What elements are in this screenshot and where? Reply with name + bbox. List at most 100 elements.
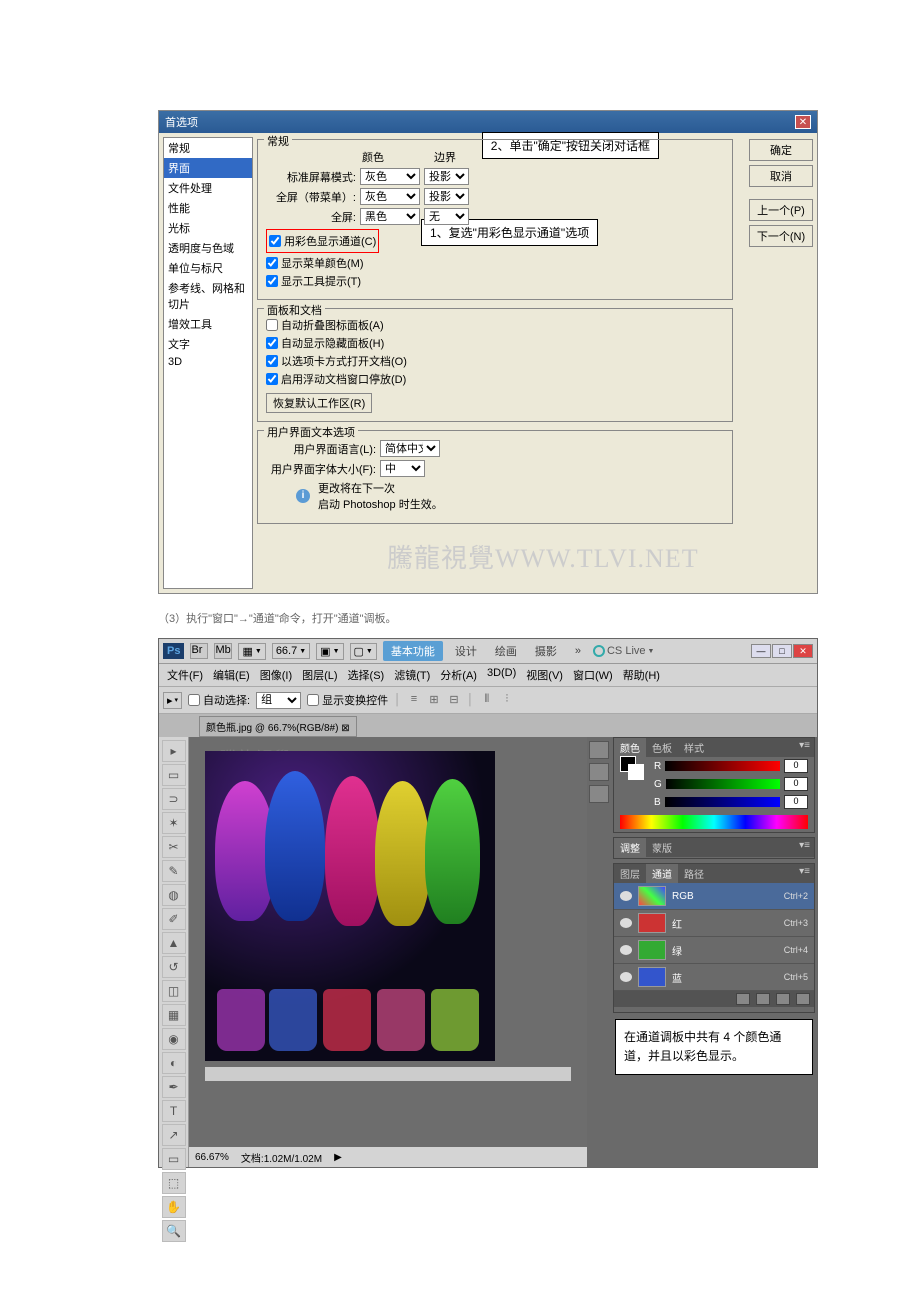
slider-value[interactable]: 0 (784, 777, 808, 791)
menu-item[interactable]: 图像(I) (256, 666, 296, 684)
new-channel-icon[interactable] (776, 993, 790, 1005)
color-slider[interactable] (665, 761, 780, 771)
status-zoom[interactable]: 66.67% (195, 1152, 229, 1163)
sidebar-item[interactable]: 光标 (164, 218, 252, 238)
tab-close-icon[interactable]: ⊠ (341, 723, 349, 734)
distribute-icon-2[interactable]: ⫶ (500, 693, 514, 707)
dock-icon-2[interactable] (589, 763, 609, 781)
screenmode-dropdown[interactable]: ▢▼ (350, 643, 377, 660)
workspace-paint[interactable]: 绘画 (489, 641, 523, 661)
menu-item[interactable]: 视图(V) (522, 666, 567, 684)
document-canvas[interactable] (205, 751, 495, 1061)
border-select[interactable]: 投影 (424, 188, 469, 205)
menu-item[interactable]: 滤镜(T) (390, 666, 434, 684)
horizontal-scrollbar[interactable] (205, 1067, 571, 1081)
sidebar-item[interactable]: 性能 (164, 198, 252, 218)
menu-item[interactable]: 选择(S) (344, 666, 389, 684)
distribute-icon[interactable]: ⫴ (480, 693, 494, 707)
ui-fontsize-select[interactable]: 中 (380, 460, 425, 477)
sidebar-item[interactable]: 增效工具 (164, 314, 252, 334)
sidebar-item[interactable]: 参考线、网格和切片 (164, 278, 252, 314)
checkbox-option[interactable]: 以选项卡方式打开文档(O) (266, 353, 724, 369)
zoom-tool[interactable]: 🔍 (162, 1220, 186, 1242)
color-select[interactable]: 灰色 (360, 168, 420, 185)
align-icon-2[interactable]: ⊞ (427, 693, 441, 707)
heal-tool[interactable]: ◍ (162, 884, 186, 906)
next-button[interactable]: 下一个(N) (749, 225, 813, 247)
tab-color[interactable]: 颜色 (614, 738, 646, 757)
slider-value[interactable]: 0 (784, 795, 808, 809)
eyedropper-tool[interactable]: ✎ (162, 860, 186, 882)
prev-button[interactable]: 上一个(P) (749, 199, 813, 221)
3d-tool[interactable]: ⬚ (162, 1172, 186, 1194)
arrange-dropdown[interactable]: ▣▼ (316, 643, 343, 660)
menu-item[interactable]: 图层(L) (298, 666, 341, 684)
channel-row[interactable]: 红 Ctrl+3 (614, 910, 814, 937)
show-transform-checkbox[interactable]: 显示变换控件 (307, 692, 388, 708)
type-tool[interactable]: T (162, 1100, 186, 1122)
color-slider[interactable] (666, 779, 780, 789)
wand-tool[interactable]: ✶ (162, 812, 186, 834)
tab-paths[interactable]: 路径 (678, 864, 710, 883)
sidebar-item[interactable]: 透明度与色域 (164, 238, 252, 258)
dock-icon-1[interactable] (589, 741, 609, 759)
color-select[interactable]: 灰色 (360, 188, 420, 205)
gradient-tool[interactable]: ▦ (162, 1004, 186, 1026)
checkbox-option[interactable]: 显示工具提示(T) (266, 273, 724, 289)
menu-item[interactable]: 分析(A) (436, 666, 481, 684)
workspace-photo[interactable]: 摄影 (529, 641, 563, 661)
lasso-tool[interactable]: ⊃ (162, 788, 186, 810)
zoom-dropdown[interactable]: 66.7▼ (272, 643, 310, 659)
sidebar-item[interactable]: 3D (164, 354, 252, 370)
menu-item[interactable]: 帮助(H) (619, 666, 664, 684)
pen-tool[interactable]: ✒ (162, 1076, 186, 1098)
tool-preset-dropdown[interactable]: ▸▾ (163, 692, 182, 709)
align-icon-3[interactable]: ⊟ (447, 693, 461, 707)
channel-row[interactable]: 绿 Ctrl+4 (614, 937, 814, 964)
tab-adjust[interactable]: 调整 (614, 838, 646, 857)
align-icon[interactable]: ≡ (407, 693, 421, 707)
channel-row[interactable]: 蓝 Ctrl+5 (614, 964, 814, 991)
path-tool[interactable]: ↗ (162, 1124, 186, 1146)
checkbox-option[interactable]: 自动折叠图标面板(A) (266, 317, 724, 333)
menu-item[interactable]: 窗口(W) (569, 666, 617, 684)
brush-tool[interactable]: ✐ (162, 908, 186, 930)
visibility-icon[interactable] (620, 945, 632, 955)
maximize-icon[interactable]: □ (772, 644, 792, 658)
sidebar-item[interactable]: 界面 (164, 158, 252, 178)
sidebar-item[interactable]: 常规 (164, 138, 252, 158)
color-slider[interactable] (665, 797, 780, 807)
close-icon[interactable]: ✕ (795, 115, 811, 129)
dialog-titlebar[interactable]: 首选项 ✕ (159, 111, 817, 133)
minimize-icon[interactable]: — (751, 644, 771, 658)
blur-tool[interactable]: ◉ (162, 1028, 186, 1050)
status-arrow-icon[interactable]: ▶ (334, 1152, 342, 1163)
dock-icon-3[interactable] (589, 785, 609, 803)
close-window-icon[interactable]: ✕ (793, 644, 813, 658)
visibility-icon[interactable] (620, 918, 632, 928)
color-spectrum[interactable] (620, 815, 808, 829)
visibility-icon[interactable] (620, 891, 632, 901)
tab-swatches[interactable]: 色板 (646, 738, 678, 757)
border-select[interactable]: 投影 (424, 168, 469, 185)
view-extras-dropdown[interactable]: ▦▼ (238, 643, 265, 660)
tab-mask[interactable]: 蒙版 (646, 838, 678, 857)
marquee-tool[interactable]: ▭ (162, 764, 186, 786)
panel-menu-icon[interactable]: ▾≡ (795, 864, 814, 883)
sidebar-item[interactable]: 文字 (164, 334, 252, 354)
panel-menu-icon[interactable]: ▾≡ (795, 738, 814, 757)
visibility-icon[interactable] (620, 972, 632, 982)
history-brush-tool[interactable]: ↺ (162, 956, 186, 978)
slider-value[interactable]: 0 (784, 759, 808, 773)
menu-item[interactable]: 编辑(E) (209, 666, 254, 684)
checkbox-option[interactable]: 启用浮动文档窗口停放(D) (266, 371, 724, 387)
cs-live-button[interactable]: CS Live▼ (593, 645, 654, 657)
dodge-tool[interactable]: ◐ (162, 1052, 186, 1074)
workspace-design[interactable]: 设计 (449, 641, 483, 661)
checkbox-option[interactable]: 显示菜单颜色(M) (266, 255, 724, 271)
ok-button[interactable]: 确定 (749, 139, 813, 161)
sidebar-item[interactable]: 单位与标尺 (164, 258, 252, 278)
bridge-icon[interactable]: Br (190, 643, 208, 659)
workspace-essential[interactable]: 基本功能 (383, 641, 443, 661)
channel-row[interactable]: RGB Ctrl+2 (614, 883, 814, 910)
